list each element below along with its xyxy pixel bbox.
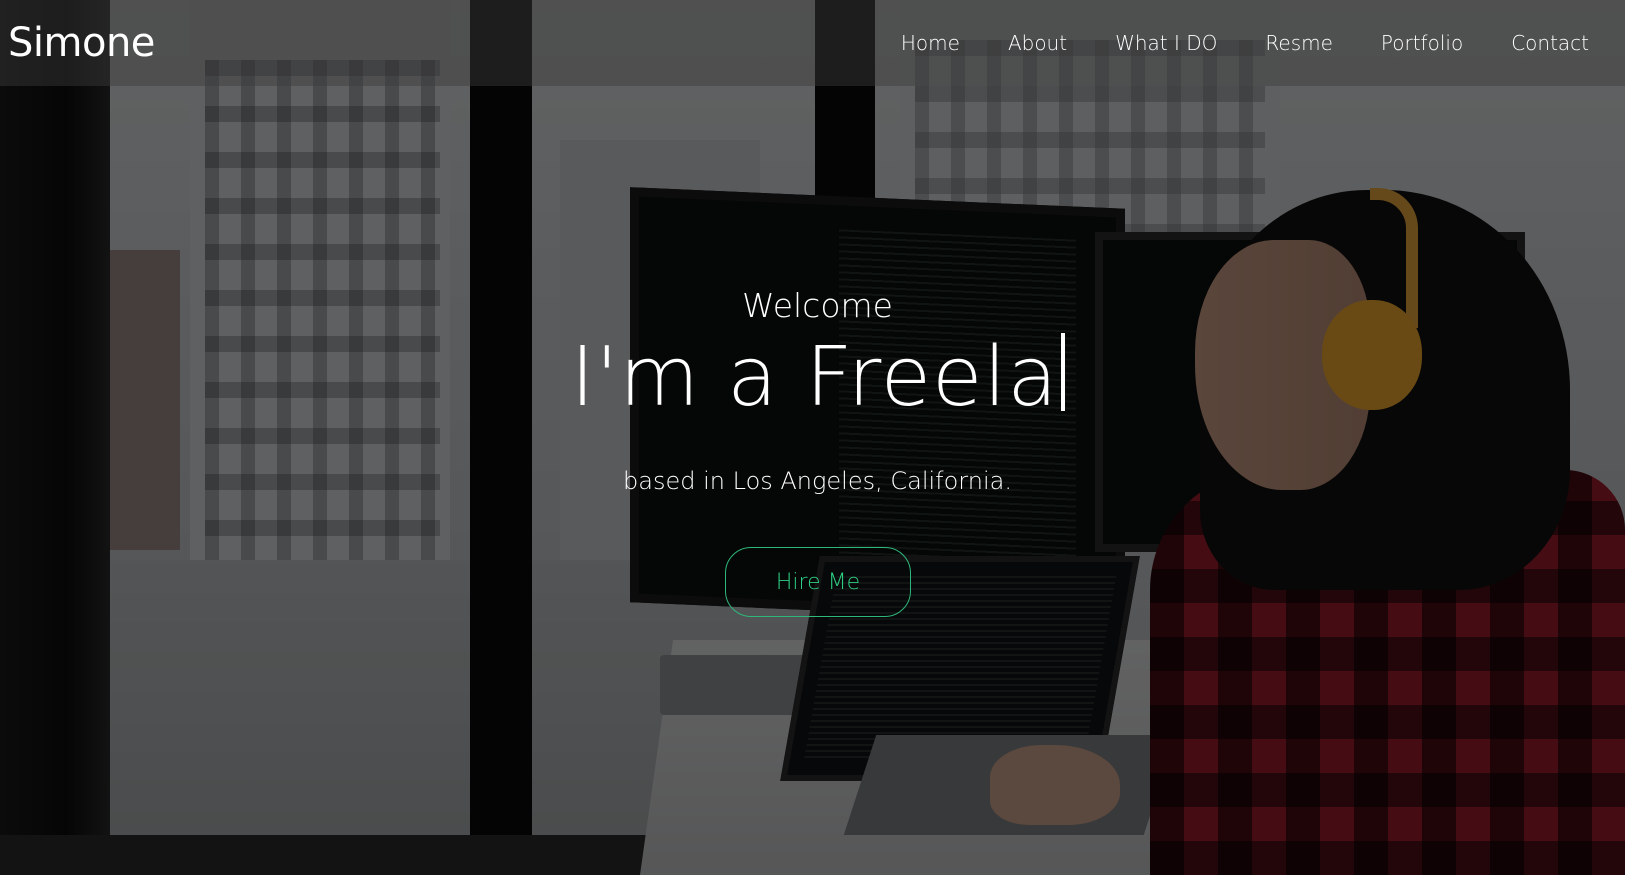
hero-section: Simone Home About What I DO Resme Portfo… (0, 0, 1625, 875)
hire-me-button[interactable]: Hire Me (725, 547, 911, 617)
headline: I'm a Freela (0, 330, 1625, 425)
hero-content: Welcome I'm a Freela based in Los Angele… (0, 0, 1625, 875)
welcome-text: Welcome (742, 286, 893, 325)
location-text: based in Los Angeles, California. (623, 467, 1012, 495)
typing-caret (1060, 333, 1065, 411)
headline-text: I'm a Freela (570, 330, 1059, 425)
